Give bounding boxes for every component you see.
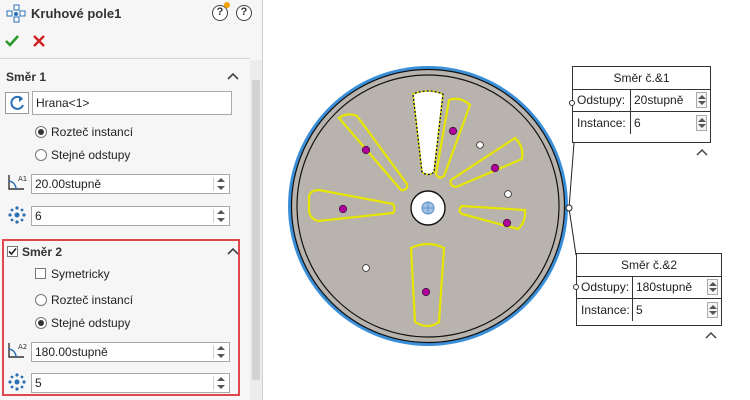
chevron-up-icon[interactable] <box>227 72 239 80</box>
d1-radio-equal-spacing[interactable] <box>35 149 47 161</box>
callout1-instances-row: Instance: 6 <box>573 112 710 134</box>
instances-icon <box>8 373 26 391</box>
axis-edge-input[interactable] <box>36 96 206 110</box>
panel-scrollbar[interactable] <box>250 60 262 400</box>
svg-text:A2: A2 <box>18 343 27 351</box>
callout1-instances-field[interactable]: 6 <box>630 112 710 134</box>
d1-label-equal-spacing: Stejné odstupy <box>51 148 131 162</box>
property-manager-panel: Kruhové pole1 ? ? Směr 1 Rozteč instancí… <box>0 0 263 400</box>
callout2-instances-field[interactable]: 5 <box>632 299 721 321</box>
axis-edge-field[interactable] <box>32 91 232 115</box>
d1-label-instance-spacing: Rozteč instancí <box>51 125 134 139</box>
callout2-spacing-value[interactable]: 180stupně <box>636 280 692 294</box>
symmetric-label: Symetricky <box>51 267 110 281</box>
circular-pattern-icon <box>6 4 26 23</box>
checkmark-icon <box>8 247 17 256</box>
d1-count-input[interactable] <box>35 209 205 223</box>
callout1-title: Směr č.&1 <box>573 67 710 90</box>
d1-angle-field[interactable] <box>31 174 230 194</box>
direction2-title: Směr 2 <box>22 245 63 259</box>
callout2-instances-label: Instance: <box>581 303 630 317</box>
d2-angle-input[interactable] <box>35 345 205 359</box>
callout2-title: Směr č.&2 <box>577 254 721 277</box>
chevron-up-icon[interactable] <box>227 247 239 255</box>
d1-count-field[interactable] <box>31 206 230 226</box>
instances-icon <box>8 206 26 224</box>
scrollbar-thumb[interactable] <box>252 80 260 380</box>
feature-title: Kruhové pole1 <box>31 6 122 21</box>
leader-anchor-point <box>565 204 573 212</box>
callout2-instances-row: Instance: 5 <box>577 299 721 321</box>
callout2-spacing-spinner[interactable] <box>707 279 718 295</box>
callout1-spacing-field[interactable]: 20stupně <box>630 89 710 111</box>
callout2-handle-point[interactable] <box>573 284 579 290</box>
callout1-handle-point[interactable] <box>569 100 575 106</box>
reverse-direction-icon[interactable] <box>5 92 29 114</box>
callout2-instances-value[interactable]: 5 <box>636 303 643 317</box>
chevron-up-icon[interactable] <box>705 331 717 339</box>
d2-label-equal-spacing: Stejné odstupy <box>51 316 131 330</box>
direction1-title: Směr 1 <box>6 70 47 84</box>
d2-count-input[interactable] <box>35 376 205 390</box>
part-preview <box>288 66 577 346</box>
callout-direction2: Směr č.&2 Odstupy: 180stupně Instance: 5 <box>576 253 722 326</box>
d1-angle-spinner[interactable] <box>213 177 227 191</box>
callout1-instances-label: Instance: <box>577 116 626 130</box>
direction2-checkbox[interactable] <box>7 246 18 257</box>
ok-check-icon[interactable] <box>4 33 20 49</box>
callout1-instances-spinner[interactable] <box>696 115 707 131</box>
symmetric-checkbox[interactable] <box>35 268 46 279</box>
d1-count-spinner[interactable] <box>213 209 227 223</box>
d2-radio-instance-spacing[interactable] <box>35 294 47 306</box>
callout2-spacing-field[interactable]: 180stupně <box>632 276 721 298</box>
callout1-spacing-value[interactable]: 20stupně <box>634 93 683 107</box>
header-divider <box>0 58 250 59</box>
angle-icon: A2 <box>8 343 27 358</box>
callout2-spacing-label: Odstupy: <box>581 280 630 294</box>
callout2-spacing-row: Odstupy: 180stupně <box>577 276 721 299</box>
tip-icon[interactable]: ? <box>236 5 252 21</box>
callout2-instances-spinner[interactable] <box>707 302 718 318</box>
d2-angle-spinner[interactable] <box>213 345 227 359</box>
d2-count-field[interactable] <box>31 373 230 393</box>
angle-icon: A1 <box>8 175 27 190</box>
d1-angle-input[interactable] <box>35 177 205 191</box>
callout1-spacing-row: Odstupy: 20stupně <box>573 89 710 112</box>
callout1-leader <box>568 142 575 209</box>
callout2-leader <box>568 207 577 256</box>
d2-count-spinner[interactable] <box>213 376 227 390</box>
callout1-spacing-spinner[interactable] <box>696 92 707 108</box>
callout1-instances-value[interactable]: 6 <box>634 116 641 130</box>
chevron-up-icon[interactable] <box>696 148 708 156</box>
callout1-spacing-label: Odstupy: <box>577 93 626 107</box>
callout-direction1: Směr č.&1 Odstupy: 20stupně Instance: 6 <box>572 66 711 143</box>
svg-text:A1: A1 <box>18 175 27 183</box>
panel-header: Kruhové pole1 ? ? <box>0 0 262 28</box>
d2-radio-equal-spacing[interactable] <box>35 317 47 329</box>
d1-radio-instance-spacing[interactable] <box>35 126 47 138</box>
d2-label-instance-spacing: Rozteč instancí <box>51 293 134 307</box>
d2-angle-field[interactable] <box>31 342 230 362</box>
graphics-area[interactable]: Směr č.&1 Odstupy: 20stupně Instance: 6 … <box>263 0 750 400</box>
tip-star-icon <box>224 2 230 8</box>
cancel-close-icon[interactable] <box>32 34 46 48</box>
